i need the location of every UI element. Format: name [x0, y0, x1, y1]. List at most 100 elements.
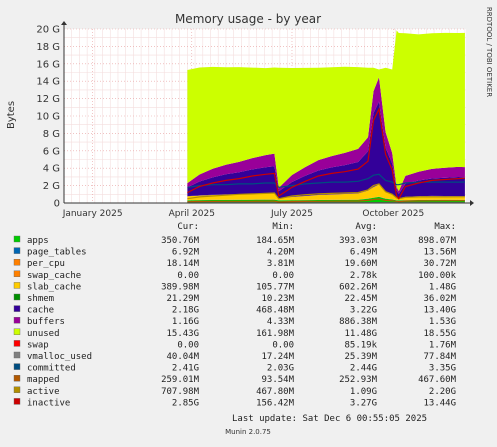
legend-avg-value: 19.60M [344, 259, 377, 269]
legend-swatch [13, 398, 21, 405]
y-tick-label: 16 G [36, 59, 60, 70]
legend-avg-value: 25.39M [344, 352, 377, 362]
legend-swatch [13, 270, 21, 277]
legend-name: page_tables [27, 248, 87, 258]
y-tick-label: 4 G [43, 164, 60, 175]
legend-swatch [13, 351, 21, 359]
legend-cur-value: 40.04M [166, 352, 199, 362]
legend-swatch [13, 305, 21, 312]
legend-max-value: 18.55G [423, 329, 456, 339]
legend-min-value: 4.20M [267, 248, 295, 258]
y-tick-label: 2 G [43, 181, 60, 192]
x-tick-label: October 2025 [362, 209, 424, 219]
legend-name: apps [27, 236, 49, 246]
legend-min-value: 93.54M [261, 375, 294, 385]
legend-name: shmem [27, 294, 54, 304]
legend-max-value: 36.02M [423, 294, 456, 304]
legend-avg-value: 1.09G [350, 387, 377, 397]
legend-avg-value: 6.49M [350, 248, 378, 258]
legend-min-value: 2.03G [267, 364, 294, 374]
legend-name: mapped [27, 375, 60, 385]
y-tick-label: 10 G [36, 112, 60, 123]
legend-swatch [13, 293, 21, 301]
legend-name: swap_cache [27, 271, 81, 281]
legend-cur-value: 1.16G [172, 317, 199, 327]
legend-avg-value: 85.19k [344, 340, 377, 350]
legend-max-value: 100.00k [418, 271, 457, 281]
legend-name: cache [27, 306, 54, 316]
legend-min-value: 4.33M [267, 317, 295, 327]
legend-swatch [13, 386, 21, 393]
legend-cur-value: 0.00 [177, 340, 199, 350]
legend-max-value: 13.44G [423, 398, 456, 408]
y-tick-label: 8 G [43, 129, 60, 140]
legend-cur-value: 2.18G [172, 306, 199, 316]
x-tick-label: April 2025 [169, 209, 215, 219]
legend-swatch [13, 317, 21, 324]
y-tick-label: 12 G [36, 94, 60, 105]
y-tick-label: 6 G [43, 146, 60, 157]
legend-cur-value: 707.98M [161, 387, 200, 397]
legend-name: buffers [27, 317, 65, 327]
legend-avg-value: 2.44G [350, 364, 377, 374]
legend-min-value: 10.23M [261, 294, 294, 304]
legend-cur-value: 15.43G [166, 329, 199, 339]
legend-header: Min: [272, 222, 294, 232]
y-tick-label: 0 [54, 199, 60, 210]
legend-min-value: 3.81M [267, 259, 295, 269]
legend-swatch [13, 247, 21, 254]
legend-min-value: 0.00 [272, 271, 294, 281]
legend-avg-value: 393.03M [339, 236, 378, 246]
legend-min-value: 467.80M [256, 387, 295, 397]
munin-footer: Munin 2.0.75 [225, 428, 271, 436]
legend-max-value: 1.48G [429, 282, 456, 292]
legend-header: Avg: [355, 222, 377, 232]
legend-name: swap [27, 340, 49, 350]
legend-min-value: 468.48M [256, 306, 295, 316]
legend-avg-value: 602.26M [339, 282, 378, 292]
legend-avg-value: 252.93M [339, 375, 378, 385]
legend-avg-value: 22.45M [344, 294, 377, 304]
x-tick-label: January 2025 [62, 209, 123, 219]
legend-name: vmalloc_used [27, 352, 92, 362]
legend-min-value: 161.98M [256, 329, 295, 339]
legend-cur-value: 2.85G [172, 398, 199, 408]
legend-avg-value: 886.38M [339, 317, 378, 327]
legend-max-value: 13.56M [423, 248, 456, 258]
legend-swatch [13, 235, 21, 243]
legend-min-value: 156.42M [256, 398, 295, 408]
legend-avg-value: 3.27G [350, 398, 377, 408]
legend-cur-value: 2.41G [172, 364, 199, 374]
x-tick-label: July 2025 [270, 209, 313, 219]
legend-cur-value: 0.00 [177, 271, 199, 281]
legend-cur-value: 21.29M [166, 294, 199, 304]
legend-max-value: 898.07M [418, 236, 457, 246]
legend-swatch [13, 340, 21, 347]
chart-svg: Memory usage - by year Bytes RRDTOOL / T… [0, 0, 497, 443]
rrdtool-credit: RRDTOOL / TOBI OETIKER [485, 7, 493, 97]
legend-max-value: 2.20G [429, 387, 456, 397]
legend-name: active [27, 387, 60, 397]
legend-header: Max: [434, 222, 456, 232]
legend-avg-value: 11.48G [344, 329, 377, 339]
legend-avg-value: 2.78k [350, 271, 378, 281]
chart-title: Memory usage - by year [175, 12, 321, 26]
legend-max-value: 3.35G [429, 364, 456, 374]
last-update-text: Last update: Sat Dec 6 00:55:05 2025 [232, 414, 427, 424]
legend-swatch [13, 363, 21, 370]
legend-swatch [13, 259, 21, 266]
legend-header: Cur: [177, 222, 199, 232]
legend-name: slab_cache [27, 282, 81, 292]
legend-name: committed [27, 364, 76, 374]
y-tick-label: 20 G [36, 25, 60, 36]
legend-max-value: 77.84M [423, 352, 456, 362]
y-tick-label: 14 G [36, 77, 60, 88]
legend-swatch [13, 282, 21, 289]
y-axis-label: Bytes [6, 101, 17, 129]
legend-max-value: 1.76M [429, 340, 457, 350]
legend-min-value: 105.77M [256, 282, 295, 292]
legend-min-value: 0.00 [272, 340, 294, 350]
legend-max-value: 1.53G [429, 317, 456, 327]
legend-swatch [13, 375, 21, 382]
legend-cur-value: 350.76M [161, 236, 200, 246]
